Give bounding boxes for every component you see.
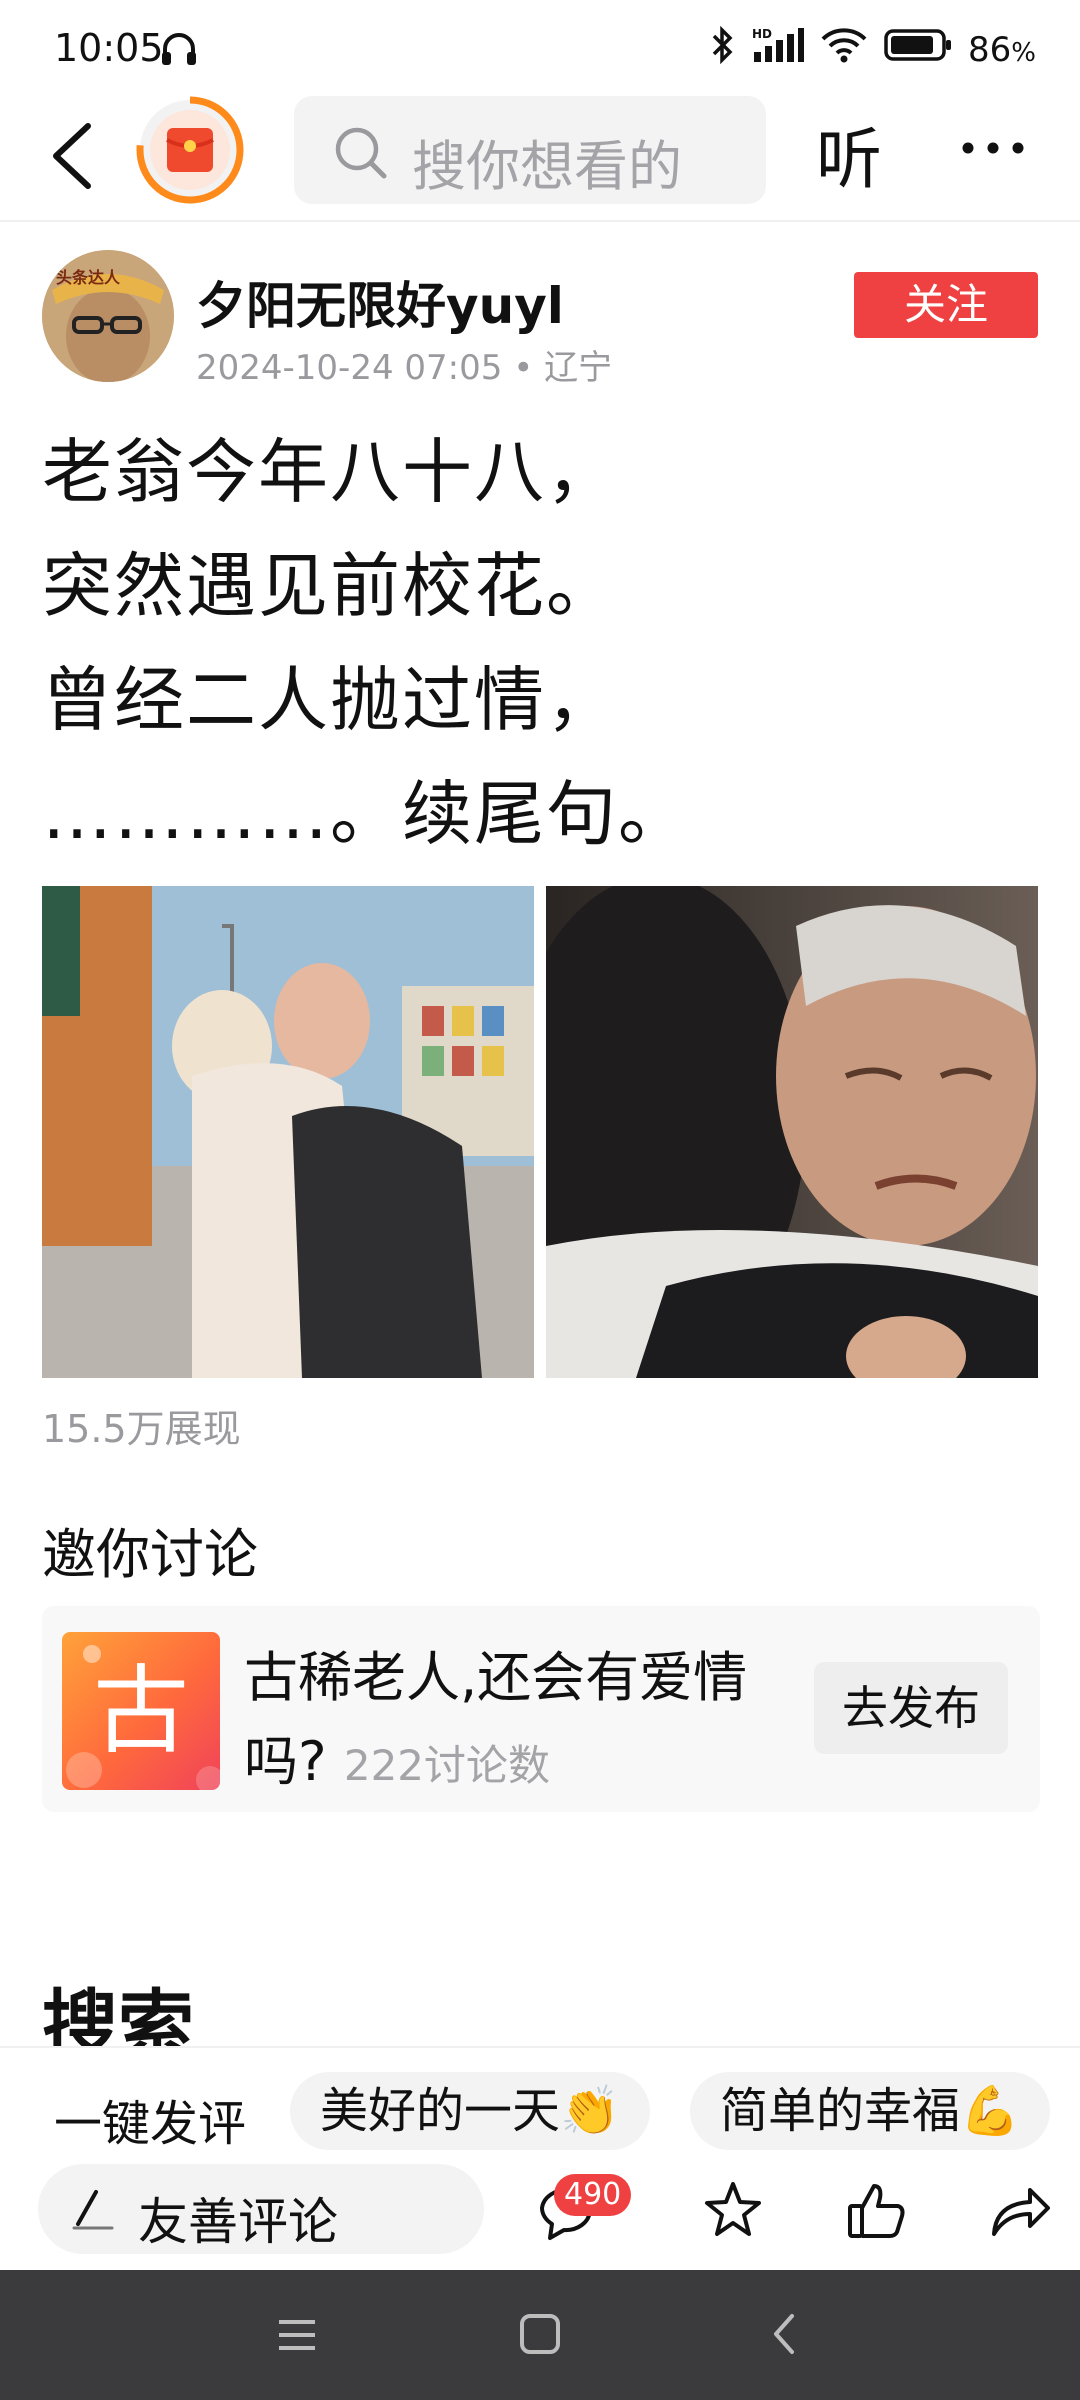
post-image-2[interactable]: [546, 886, 1038, 1378]
meta-separator: •: [513, 348, 545, 388]
comment-input[interactable]: 友善评论: [38, 2164, 484, 2254]
back-nav-icon[interactable]: [768, 2310, 798, 2362]
search-input[interactable]: 搜你想看的: [294, 96, 766, 204]
post-meta: 2024-10-24 07:05 • 辽宁: [196, 340, 612, 389]
star-icon[interactable]: [700, 2178, 766, 2244]
discussion-section-title: 邀你讨论: [42, 1523, 258, 1586]
headphones-icon: [160, 32, 198, 70]
status-icons: HD 86%: [710, 25, 1036, 73]
quick-comment-chip-2[interactable]: 简单的幸福💪: [690, 2072, 1050, 2150]
post-line-2: 突然遇见前校花。: [42, 545, 618, 627]
topic-icon-char: 古: [93, 1655, 189, 1767]
post-location: 辽宁: [544, 348, 613, 388]
red-packet-icon[interactable]: [134, 94, 246, 210]
wifi-icon: [820, 27, 868, 72]
post-image-1[interactable]: [42, 886, 534, 1378]
view-count: 15.5万展现: [42, 1407, 241, 1451]
topic-card[interactable]: 古 古稀老人,还会有爱情吗? 222讨论数 去发布: [42, 1606, 1040, 1812]
bluetooth-icon: [710, 25, 736, 73]
avatar[interactable]: 头条达人: [42, 250, 174, 382]
author-name[interactable]: 夕阳无限好yuyl: [196, 266, 564, 338]
listen-button[interactable]: 听: [816, 106, 882, 202]
post-date: 2024-10-24 07:05: [196, 348, 503, 388]
search-icon: [332, 124, 390, 186]
topic-icon: 古: [62, 1632, 220, 1790]
status-bar: 10:05 HD 86%: [0, 0, 1080, 92]
back-button[interactable]: [42, 116, 112, 196]
status-time: 10:05: [54, 26, 164, 70]
avatar-badge: 头条达人: [56, 268, 121, 287]
battery-icon: [884, 28, 952, 71]
menu-icon[interactable]: [276, 2314, 318, 2360]
post-line-3: 曾经二人抛过情，: [42, 659, 618, 741]
like-icon[interactable]: [844, 2178, 910, 2244]
quick-comment-label: 一键发评: [54, 2096, 247, 2152]
comment-count-badge: 490: [554, 2174, 632, 2216]
svg-text:HD: HD: [752, 27, 772, 41]
system-nav-bar: [0, 2270, 1080, 2400]
comment-placeholder: 友善评论: [138, 2193, 338, 2251]
pen-icon: [68, 2184, 118, 2238]
topic-title[interactable]: 古稀老人,还会有爱情吗? 222讨论数: [244, 1636, 804, 1808]
home-icon[interactable]: [518, 2312, 562, 2360]
battery-percent: 86%: [968, 29, 1036, 70]
post-line-1: 老翁今年八十八，: [42, 431, 618, 513]
signal-icon: HD: [752, 26, 805, 73]
follow-button[interactable]: 关注: [854, 272, 1038, 338]
search-placeholder: 搜你想看的: [412, 135, 682, 198]
publish-button[interactable]: 去发布: [814, 1662, 1008, 1754]
topic-count: 222讨论数: [343, 1741, 551, 1790]
post-line-4: …………。续尾句。: [42, 773, 690, 855]
quick-comment-chip-1[interactable]: 美好的一天👏: [290, 2072, 650, 2150]
share-icon[interactable]: [986, 2178, 1052, 2244]
more-icon[interactable]: [958, 128, 1028, 168]
